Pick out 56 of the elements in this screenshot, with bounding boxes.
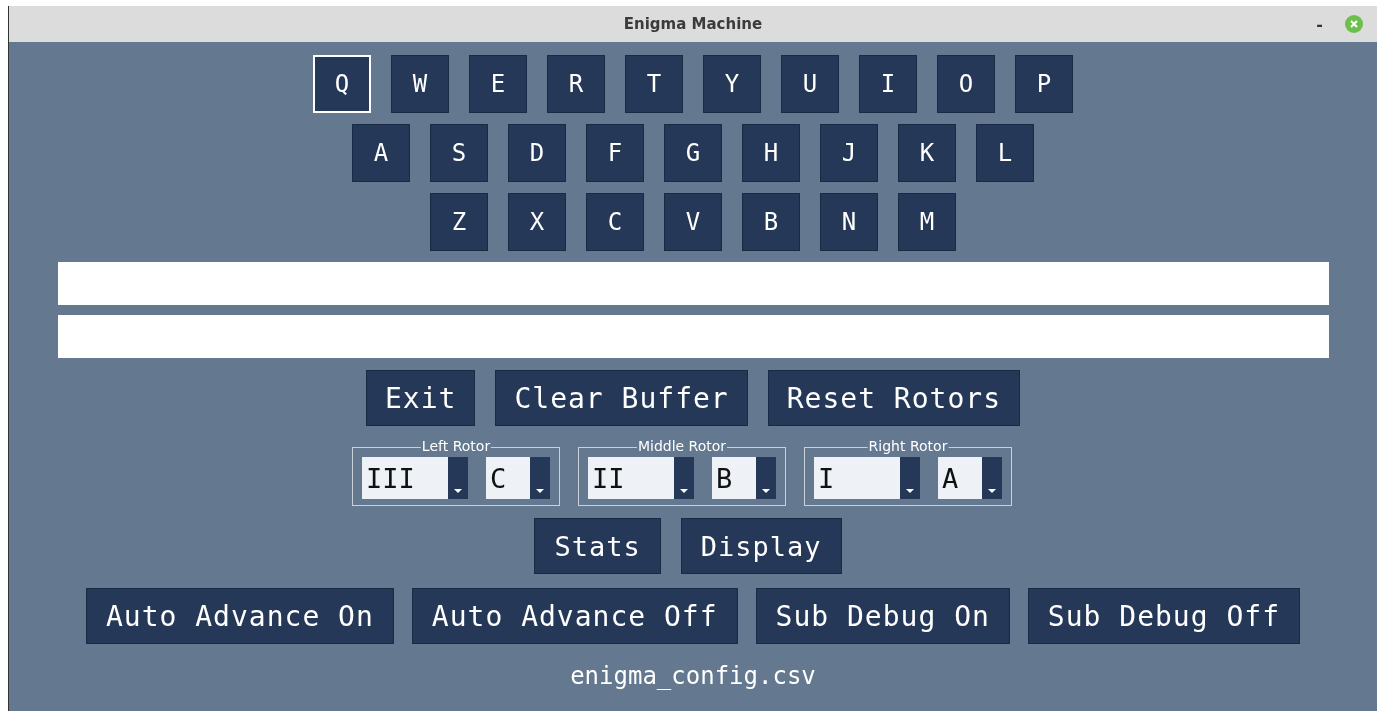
key-button[interactable]: B — [742, 193, 800, 251]
key-button[interactable]: E — [469, 55, 527, 113]
key-button[interactable]: V — [664, 193, 722, 251]
window-title: Enigma Machine — [623, 15, 763, 33]
key-button[interactable]: O — [937, 55, 995, 113]
key-button[interactable]: K — [898, 124, 956, 182]
mode-button[interactable]: Auto Advance Off — [411, 588, 738, 644]
key-button[interactable]: G — [664, 124, 722, 182]
close-icon[interactable] — [1345, 15, 1363, 33]
mode-button[interactable]: Auto Advance On — [85, 588, 394, 644]
dropdown-arrow-icon — [536, 489, 544, 493]
text-field[interactable] — [58, 315, 1329, 358]
wheel-dropdown[interactable]: I — [814, 457, 920, 499]
key-button[interactable]: J — [820, 124, 878, 182]
text-field[interactable] — [58, 262, 1329, 305]
rotor-label: Right Rotor — [867, 438, 949, 454]
action-button[interactable]: Exit — [366, 370, 476, 426]
position-dropdown[interactable]: B — [712, 457, 776, 499]
key-button[interactable]: P — [1015, 55, 1073, 113]
wheel-dropdown[interactable]: III — [362, 457, 468, 499]
key-button[interactable]: A — [352, 124, 410, 182]
key-button[interactable]: W — [391, 55, 449, 113]
key-button[interactable]: Y — [703, 55, 761, 113]
minimize-button[interactable]: - — [1316, 14, 1323, 34]
config-filename: enigma_config.csv — [569, 662, 817, 690]
key-button[interactable]: Q — [313, 55, 371, 113]
key-button[interactable]: R — [547, 55, 605, 113]
mode-button[interactable]: Sub Debug On — [755, 588, 1010, 644]
dropdown-arrow-icon — [906, 489, 914, 493]
view-button[interactable]: Display — [680, 518, 842, 574]
rotor-label: Left Rotor — [420, 438, 492, 454]
wheel-dropdown[interactable]: II — [588, 457, 694, 499]
action-button[interactable]: Reset Rotors — [767, 370, 1020, 426]
mode-button[interactable]: Sub Debug Off — [1027, 588, 1300, 644]
key-button[interactable]: X — [508, 193, 566, 251]
view-button[interactable]: Stats — [534, 518, 661, 574]
key-button[interactable]: M — [898, 193, 956, 251]
dropdown-arrow-icon — [988, 489, 996, 493]
key-button[interactable]: H — [742, 124, 800, 182]
key-button[interactable]: C — [586, 193, 644, 251]
key-button[interactable]: L — [976, 124, 1034, 182]
rotor-label: Middle Rotor — [636, 438, 728, 454]
action-button[interactable]: Clear Buffer — [495, 370, 748, 426]
key-button[interactable]: T — [625, 55, 683, 113]
key-button[interactable]: N — [820, 193, 878, 251]
dropdown-arrow-icon — [762, 489, 770, 493]
position-dropdown[interactable]: A — [938, 457, 1002, 499]
key-button[interactable]: I — [859, 55, 917, 113]
position-dropdown[interactable]: C — [486, 457, 550, 499]
dropdown-arrow-icon — [454, 489, 462, 493]
key-button[interactable]: U — [781, 55, 839, 113]
key-button[interactable]: Z — [430, 193, 488, 251]
dropdown-arrow-icon — [680, 489, 688, 493]
key-button[interactable]: S — [430, 124, 488, 182]
key-button[interactable]: F — [586, 124, 644, 182]
key-button[interactable]: D — [508, 124, 566, 182]
